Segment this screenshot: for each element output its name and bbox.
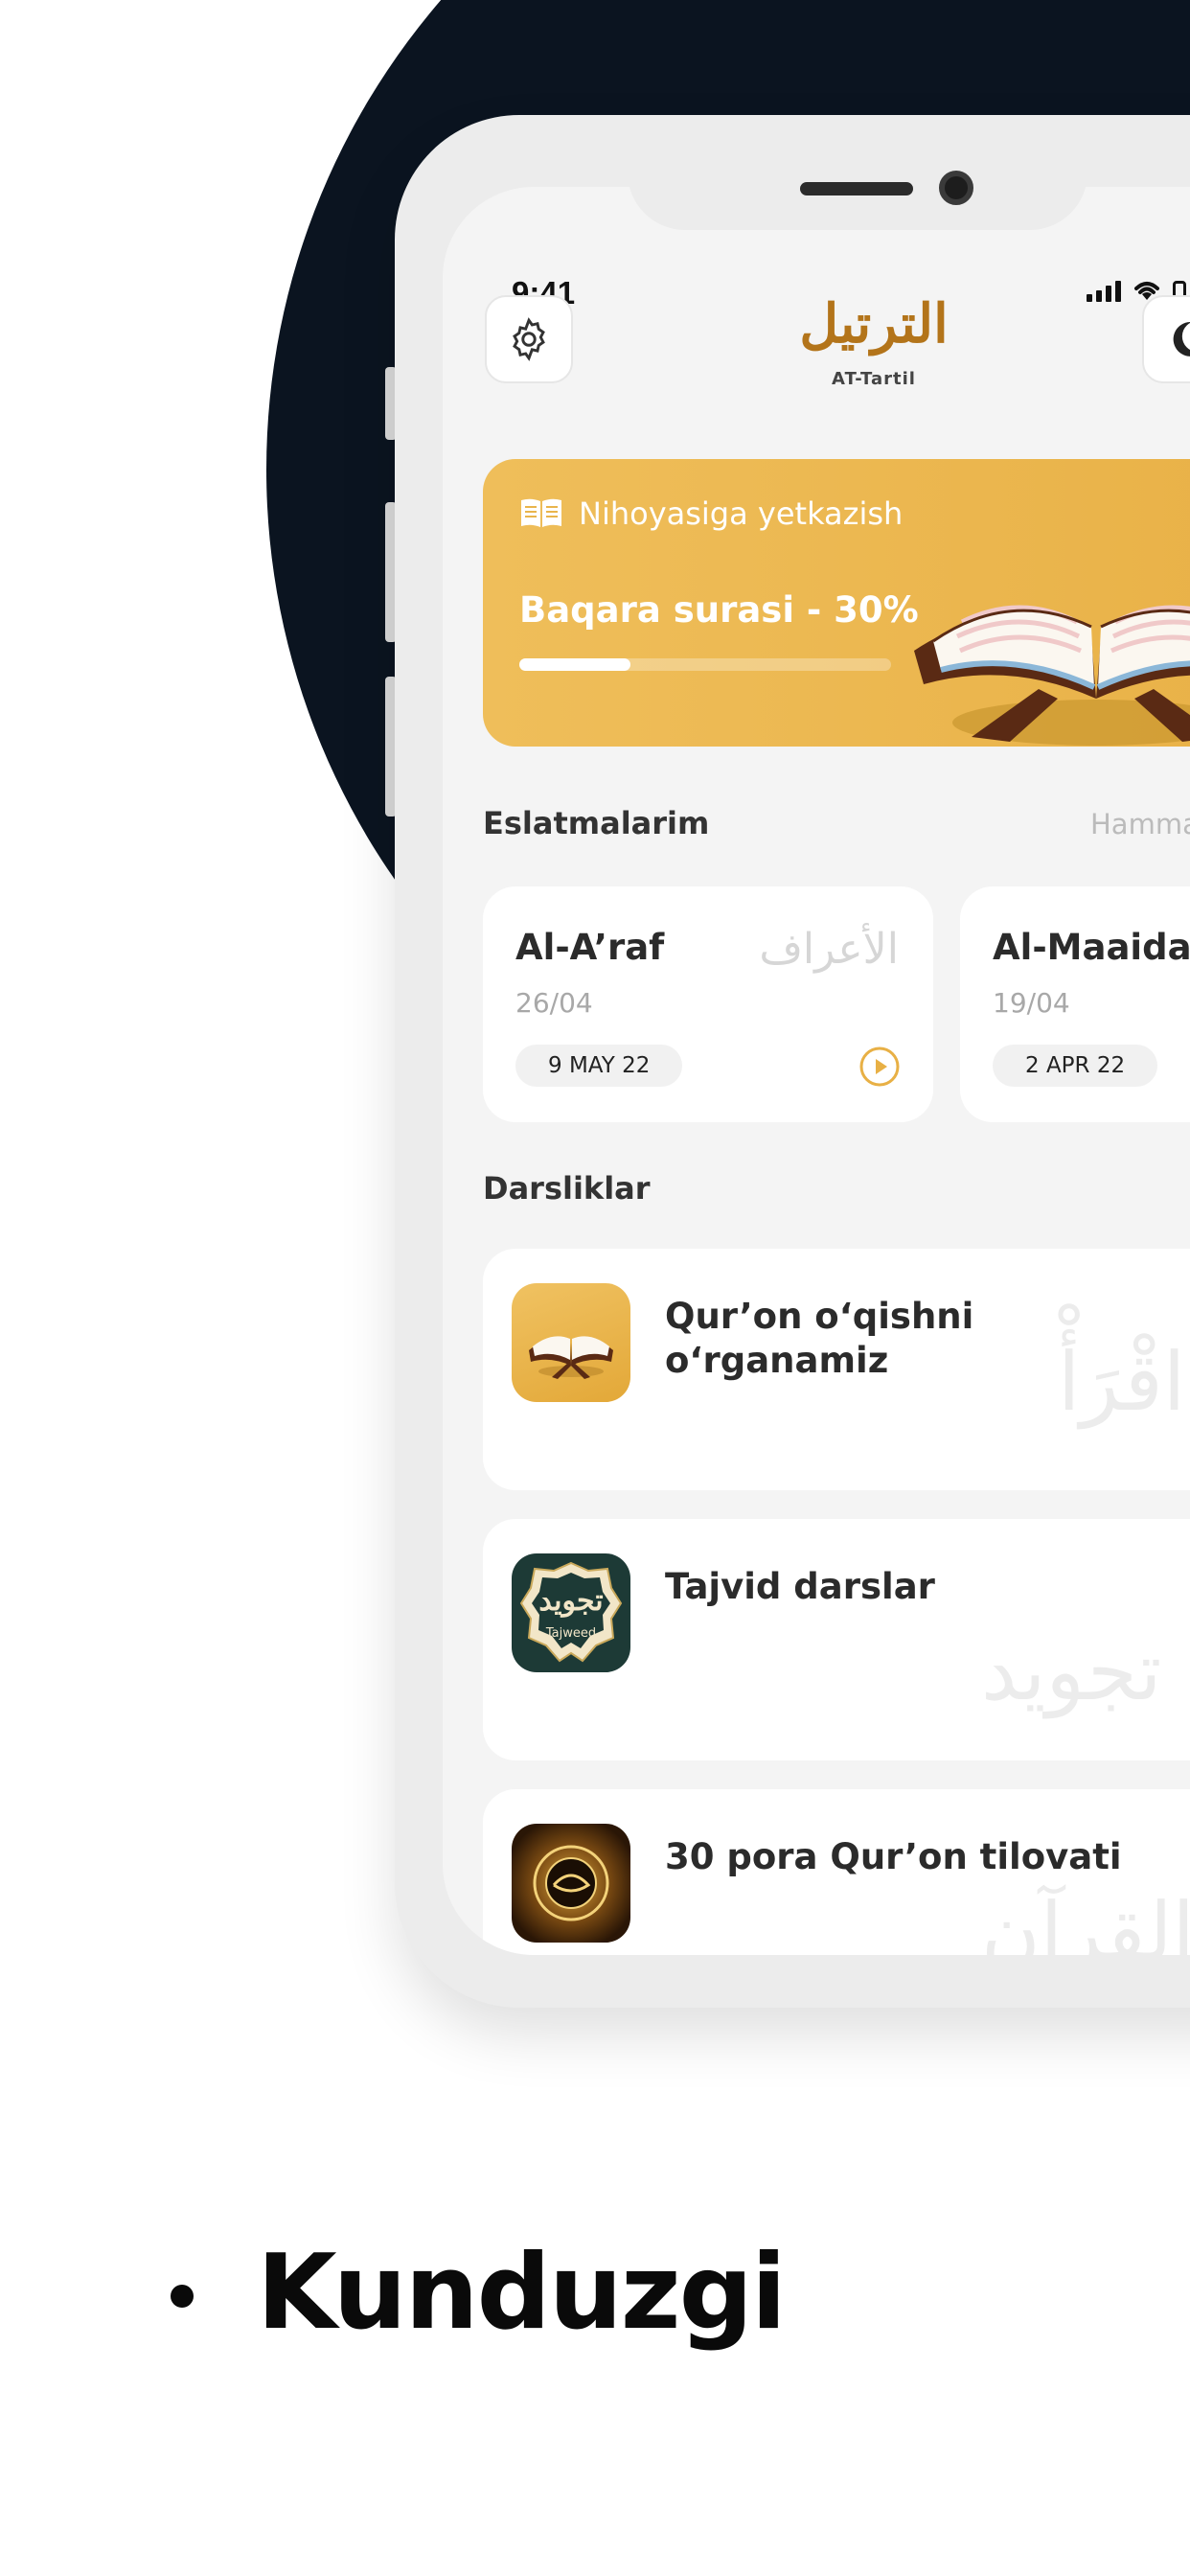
reminder-date-badge: 9 MAY 22 [515, 1045, 683, 1087]
continue-reading-title: Baqara surasi - 30% [519, 589, 919, 631]
app-logo-arabic: الترتيل [799, 292, 949, 356]
promo-stage: 9:41 الترتيل AT-Tartil Nihoyasiga yetkaz… [0, 0, 1190, 2576]
reading-progress-bar [519, 658, 891, 671]
settings-button[interactable] [485, 295, 573, 383]
gear-icon [513, 317, 545, 361]
lesson-card[interactable]: تجويد Tajweed Tajvid darslar تجويد [483, 1519, 1190, 1760]
quran-book-illustration [914, 605, 1190, 746]
reminder-card[interactable]: Al-A’raf الأعراف 26/04 9 MAY 22 [483, 886, 933, 1122]
reminder-date-badge: 2 APR 22 [993, 1045, 1158, 1087]
lesson-title: Qur’on o‘qishni o‘rganamiz [665, 1295, 973, 1383]
moon-icon [1173, 322, 1190, 356]
quran-stand-icon [512, 1283, 630, 1402]
reminders-see-all-link[interactable]: Hamma [1090, 808, 1190, 840]
lesson-card[interactable]: 30 pora Qur’on tilovati القرآن [483, 1789, 1190, 1955]
reminder-card[interactable]: Al-Maaida 19/04 2 APR 22 [960, 886, 1190, 1122]
quran-cover-icon [512, 1824, 630, 1943]
reminder-range: 19/04 [993, 987, 1070, 1019]
cellular-signal-icon [1087, 281, 1121, 302]
lesson-title-line1: 30 pora Qur’on tilovati [665, 1836, 1122, 1877]
lesson-title: 30 pora Qur’on tilovati [665, 1835, 1122, 1879]
caption-bullet [171, 2285, 194, 2308]
open-book-icon [521, 498, 561, 527]
lesson-title-line1: Qur’on o‘qishni [665, 1296, 974, 1337]
tajweed-badge-arabic: تجويد [538, 1584, 604, 1618]
lesson-watermark: القرآن [981, 1885, 1190, 1955]
lesson-watermark: اقْرَأْ [1058, 1335, 1186, 1429]
reminder-surah-name: Al-Maaida [993, 927, 1190, 968]
promo-caption: Kunduzgi [257, 2233, 787, 2353]
lesson-title-line1: Tajvid darslar [665, 1566, 935, 1607]
lessons-section-title: Darsliklar [483, 1170, 651, 1207]
continue-reading-card[interactable]: Nihoyasiga yetkazish Baqara surasi - 30% [483, 459, 1190, 747]
app-screen: 9:41 الترتيل AT-Tartil Nihoyasiga yetkaz… [443, 187, 1190, 1955]
tajweed-badge-latin: Tajweed [545, 1626, 597, 1641]
lesson-title: Tajvid darslar [665, 1565, 935, 1609]
lesson-card[interactable]: Qur’on o‘qishni o‘rganamiz اقْرَأْ [483, 1249, 1190, 1490]
phone-speaker [800, 182, 913, 196]
continue-reading-label: Nihoyasiga yetkazish [579, 495, 904, 532]
app-logo-latin: AT-Tartil [832, 369, 916, 389]
reading-progress-fill [519, 658, 631, 671]
theme-toggle-button[interactable] [1142, 295, 1190, 383]
reminders-section-title: Eslatmalarim [483, 805, 710, 841]
continue-reading-heading: Nihoyasiga yetkazish [519, 495, 903, 532]
phone-frame: 9:41 الترتيل AT-Tartil Nihoyasiga yetkaz… [395, 115, 1190, 2008]
reminder-range: 26/04 [515, 987, 593, 1019]
reminder-surah-arabic: الأعراف [759, 925, 899, 974]
play-icon[interactable] [858, 1046, 901, 1088]
reminder-surah-name: Al-A’raf [515, 927, 665, 968]
tajweed-badge-icon: تجويد Tajweed [512, 1553, 630, 1672]
phone-notch [628, 115, 1087, 230]
lesson-watermark: تجويد [981, 1624, 1162, 1718]
lesson-title-line2: o‘rganamiz [665, 1340, 889, 1381]
phone-camera [939, 171, 973, 205]
